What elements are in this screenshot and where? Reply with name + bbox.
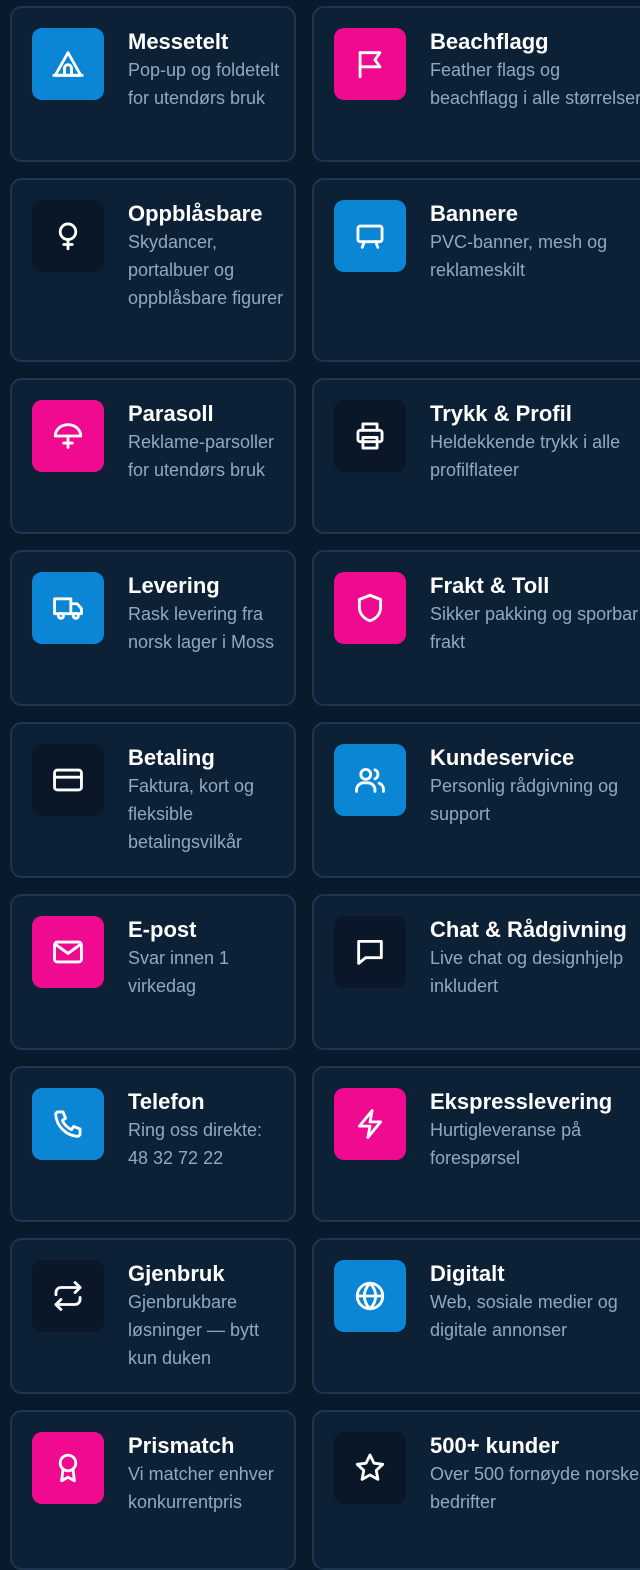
card-description: Heldekkende trykk i alle profilflateer bbox=[430, 432, 621, 480]
award-icon bbox=[32, 1432, 104, 1504]
flag-icon bbox=[334, 28, 406, 100]
card-title: Digitalt bbox=[430, 1261, 505, 1286]
card-title: Telefon bbox=[128, 1089, 205, 1114]
umbrella-icon bbox=[32, 400, 104, 472]
card-description: Skydancer, portalbuer og oppblåsbare fig… bbox=[128, 232, 284, 308]
card-title: Bannere bbox=[430, 201, 519, 226]
card-description: Sikker pakking og sporbar frakt bbox=[430, 604, 639, 652]
card-description: Vi matcher enhver konkurrentpris bbox=[128, 1464, 274, 1512]
feature-card-betaling[interactable]: Betaling Faktura, kort og fleksible beta… bbox=[10, 722, 296, 878]
users-icon bbox=[334, 744, 406, 816]
feature-card-chat-radgivning[interactable]: Chat & Rådgivning Live chat og designhje… bbox=[312, 894, 640, 1050]
feature-card-messetelt[interactable]: Messetelt Pop-up og foldetelt for utendø… bbox=[10, 6, 296, 162]
card-description: Feather flags og beachflagg i alle størr… bbox=[430, 60, 640, 108]
card-description: Hurtigleveranse på forespørsel bbox=[430, 1120, 582, 1168]
card-description: Gjenbrukbare løsninger — bytt kun duken bbox=[128, 1292, 260, 1368]
feature-card-prismatch[interactable]: Prismatch Vi matcher enhver konkurrentpr… bbox=[10, 1410, 296, 1570]
feature-card-bannere[interactable]: Bannere PVC-banner, mesh og reklameskilt bbox=[312, 178, 640, 362]
card-description: Reklame-parsoller for utendørs bruk bbox=[128, 432, 275, 480]
globe-icon bbox=[334, 1260, 406, 1332]
card-title: Levering bbox=[128, 573, 220, 598]
feature-card-digitalt[interactable]: Digitalt Web, sosiale medier og digitale… bbox=[312, 1238, 640, 1394]
card-title: Trykk & Profil bbox=[430, 401, 572, 426]
feature-grid: Messetelt Pop-up og foldetelt for utendø… bbox=[0, 0, 640, 1570]
card-description: PVC-banner, mesh og reklameskilt bbox=[430, 232, 608, 280]
feature-card-levering[interactable]: Levering Rask levering fra norsk lager i… bbox=[10, 550, 296, 706]
repeat-icon bbox=[32, 1260, 104, 1332]
card-description: Svar innen 1 virkedag bbox=[128, 948, 230, 996]
card-title: Chat & Rådgivning bbox=[430, 917, 627, 942]
card-description: Over 500 fornøyde norske bedrifter bbox=[430, 1464, 640, 1512]
card-title: Kundeservice bbox=[430, 745, 575, 770]
feature-card-frakt-toll[interactable]: Frakt & Toll Sikker pakking og sporbar f… bbox=[312, 550, 640, 706]
feature-card-e-post[interactable]: E-post Svar innen 1 virkedag bbox=[10, 894, 296, 1050]
feature-card-gjenbruk[interactable]: Gjenbruk Gjenbrukbare løsninger — bytt k… bbox=[10, 1238, 296, 1394]
printer-icon bbox=[334, 400, 406, 472]
card-description: Ring oss direkte: 48 32 72 22 bbox=[128, 1120, 263, 1168]
feature-card-trykk-profil[interactable]: Trykk & Profil Heldekkende trykk i alle … bbox=[312, 378, 640, 534]
feature-card-parasoll[interactable]: Parasoll Reklame-parsoller for utendørs … bbox=[10, 378, 296, 534]
card-title: Betaling bbox=[128, 745, 215, 770]
card-title: Prismatch bbox=[128, 1433, 235, 1458]
feature-card-kundeservice[interactable]: Kundeservice Personlig rådgivning og sup… bbox=[312, 722, 640, 878]
feature-card-beachflagg[interactable]: Beachflagg Feather flags og beachflagg i… bbox=[312, 6, 640, 162]
feature-card-telefon[interactable]: Telefon Ring oss direkte: 48 32 72 22 bbox=[10, 1066, 296, 1222]
card-title: Beachflagg bbox=[430, 29, 549, 54]
credit-card-icon bbox=[32, 744, 104, 816]
balloon-icon bbox=[32, 200, 104, 272]
lightning-icon bbox=[334, 1088, 406, 1160]
feature-card-oppblasbare[interactable]: Oppblåsbare Skydancer, portalbuer og opp… bbox=[10, 178, 296, 362]
mail-icon bbox=[32, 916, 104, 988]
card-title: Ekspresslevering bbox=[430, 1089, 613, 1114]
star-icon bbox=[334, 1432, 406, 1504]
card-description: Personlig rådgivning og support bbox=[430, 776, 619, 824]
card-description: Faktura, kort og fleksible betalingsvilk… bbox=[128, 776, 255, 852]
phone-icon bbox=[32, 1088, 104, 1160]
card-description: Web, sosiale medier og digitale annonser bbox=[430, 1292, 618, 1340]
card-title: E-post bbox=[128, 917, 197, 942]
card-title: 500+ kunder bbox=[430, 1433, 560, 1458]
card-title: Frakt & Toll bbox=[430, 573, 550, 598]
card-title: Oppblåsbare bbox=[128, 201, 263, 226]
card-description: Live chat og designhjelp inkludert bbox=[430, 948, 624, 996]
feature-card-500-kunder[interactable]: 500+ kunder Over 500 fornøyde norske bed… bbox=[312, 1410, 640, 1570]
chat-icon bbox=[334, 916, 406, 988]
tent-icon bbox=[32, 28, 104, 100]
card-title: Messetelt bbox=[128, 29, 229, 54]
billboard-icon bbox=[334, 200, 406, 272]
card-title: Gjenbruk bbox=[128, 1261, 225, 1286]
card-title: Parasoll bbox=[128, 401, 214, 426]
truck-icon bbox=[32, 572, 104, 644]
feature-card-ekspresslevering[interactable]: Ekspresslevering Hurtigleveranse på fore… bbox=[312, 1066, 640, 1222]
shield-icon bbox=[334, 572, 406, 644]
card-description: Rask levering fra norsk lager i Moss bbox=[128, 604, 275, 652]
card-description: Pop-up og foldetelt for utendørs bruk bbox=[128, 60, 280, 108]
